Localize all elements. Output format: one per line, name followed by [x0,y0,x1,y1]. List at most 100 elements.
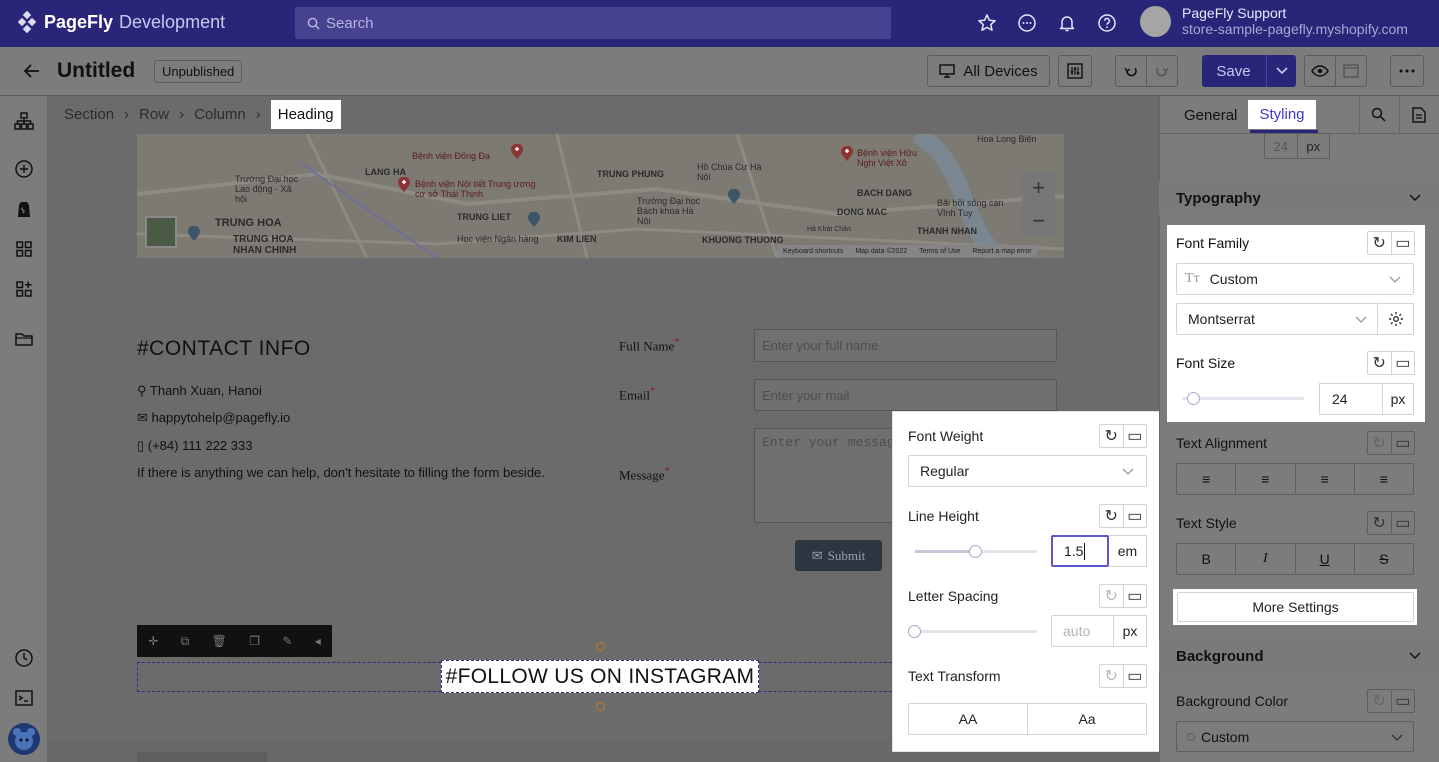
spacing-input[interactable]: 24 px [1264,133,1330,159]
search-input[interactable]: Search [295,7,891,39]
bold-button[interactable]: B [1177,544,1237,574]
move-icon[interactable]: ✛ [148,634,158,648]
star-icon[interactable] [977,13,997,33]
satellite-toggle[interactable] [145,216,177,248]
pagefly-mascot-icon[interactable] [8,723,40,755]
app-logo[interactable]: PageFly Development [16,11,225,33]
folder-icon[interactable] [14,329,34,349]
console-icon[interactable] [14,688,34,708]
align-right-icon[interactable]: ≡ [1296,464,1355,494]
font-size-slider-knob[interactable] [1187,392,1200,405]
style-brush-icon[interactable]: ✎ [282,634,292,648]
desktop-icon[interactable]: ▭ [1392,232,1415,254]
help-icon[interactable] [1097,13,1117,33]
reset-icon[interactable]: ↻ [1368,512,1392,534]
resize-handle-bottom[interactable] [596,702,605,711]
font-size-unit[interactable]: px [1382,383,1414,415]
desktop-icon[interactable]: ▭ [1392,352,1415,374]
reset-icon[interactable]: ↻ [1100,505,1124,527]
apps-icon[interactable] [14,279,34,299]
letter-spacing-input[interactable]: auto [1051,615,1114,647]
background-color-select[interactable]: Custom [1176,721,1414,752]
map-keyboard-shortcuts[interactable]: Keyboard shortcuts [783,248,843,255]
duplicate-icon[interactable]: ⧉ [181,634,190,649]
sitemap-icon[interactable] [14,111,34,131]
font-name-select[interactable]: Montserrat [1176,303,1378,335]
back-arrow-icon[interactable] [22,61,42,81]
map-report-link[interactable]: Report a map error [972,248,1031,255]
email-input[interactable]: Enter your mail [754,379,1057,411]
align-left-icon[interactable]: ≡ [1177,464,1237,494]
italic-button[interactable]: I [1236,544,1296,574]
reset-icon[interactable]: ↻ [1368,232,1392,254]
reset-icon[interactable]: ↻ [1368,690,1392,712]
typography-section-header[interactable]: Typography [1159,181,1439,215]
full-name-input[interactable]: Enter your full name [754,329,1057,362]
grid-icon[interactable] [14,239,34,259]
submit-button[interactable]: ✉ Submit [795,540,882,571]
more-settings-button[interactable]: More Settings [1177,592,1414,622]
align-justify-icon[interactable]: ≡ [1355,464,1413,494]
desktop-icon[interactable]: ▭ [1124,665,1147,687]
bell-icon[interactable] [1057,13,1077,33]
desktop-icon[interactable]: ▭ [1392,432,1415,454]
uppercase-button[interactable]: AA [909,704,1028,734]
line-height-slider-knob[interactable] [969,545,982,558]
line-height-input[interactable]: 1.5 [1051,535,1109,567]
zoom-in-button[interactable]: + [1022,171,1055,204]
undo-button[interactable] [1115,55,1147,87]
tab-styling[interactable]: Styling [1248,100,1316,129]
preview-button[interactable] [1304,55,1336,87]
follow-us-heading[interactable]: #FOLLOW US ON INSTAGRAM [441,660,759,693]
chat-icon[interactable] [1017,13,1037,33]
reset-icon[interactable]: ↻ [1368,352,1392,374]
font-source-select[interactable]: Tт Custom [1176,263,1414,295]
history-icon[interactable] [14,648,34,668]
reset-icon[interactable]: ↻ [1100,665,1124,687]
strikethrough-button[interactable]: S [1355,544,1413,574]
breadcrumb-row[interactable]: Row [139,106,169,123]
desktop-icon[interactable]: ▭ [1392,512,1415,534]
background-section-header[interactable]: Background [1159,639,1439,673]
font-size-input[interactable]: 24 [1319,383,1383,415]
zoom-out-button[interactable]: − [1022,204,1055,237]
settings-sliders-button[interactable] [1058,55,1092,87]
font-settings-button[interactable] [1377,303,1414,335]
letter-spacing-unit[interactable]: px [1114,615,1147,647]
copy-icon[interactable]: ❐ [249,634,260,648]
save-options-button[interactable] [1266,55,1296,87]
device-selector-button[interactable]: All Devices [927,55,1050,87]
letter-spacing-slider[interactable] [915,630,1037,633]
align-center-icon[interactable]: ≡ [1236,464,1296,494]
more-options-button[interactable] [1390,55,1424,87]
search-icon[interactable] [1371,107,1386,122]
line-height-unit[interactable]: em [1109,535,1147,567]
desktop-icon[interactable]: ▭ [1392,690,1415,712]
underline-button[interactable]: U [1296,544,1355,574]
document-icon[interactable] [1412,107,1426,123]
desktop-icon[interactable]: ▭ [1124,505,1147,527]
tab-general[interactable]: General [1184,107,1237,124]
desktop-icon[interactable]: ▭ [1124,585,1147,607]
google-map[interactable]: LANG HA TRUNG PHUNG KIM LIEN BACH DANG T… [137,134,1064,258]
reset-icon[interactable]: ↻ [1100,425,1124,447]
resize-handle-top[interactable] [596,642,605,651]
reset-icon[interactable]: ↻ [1368,432,1392,454]
breadcrumb-column[interactable]: Column [194,106,246,123]
breadcrumb-section[interactable]: Section [64,106,114,123]
publish-view-button[interactable] [1335,55,1367,87]
font-size-slider[interactable] [1182,397,1304,400]
redo-button[interactable] [1146,55,1178,87]
collapse-left-icon[interactable]: ◂ [315,634,321,648]
shopify-icon[interactable] [14,199,34,219]
reset-icon[interactable]: ↻ [1100,585,1124,607]
save-button[interactable]: Save [1202,55,1296,87]
font-weight-select[interactable]: Regular [908,455,1147,487]
desktop-icon[interactable]: ▭ [1124,425,1147,447]
page-title[interactable]: Untitled [57,59,135,83]
letter-spacing-slider-knob[interactable] [908,625,921,638]
breadcrumb-heading[interactable]: Heading [270,99,341,129]
add-element-icon[interactable] [14,159,34,179]
account-menu[interactable]: PageFly Support store-sample-pagefly.mys… [1140,5,1408,37]
capitalize-button[interactable]: Aa [1028,704,1146,734]
